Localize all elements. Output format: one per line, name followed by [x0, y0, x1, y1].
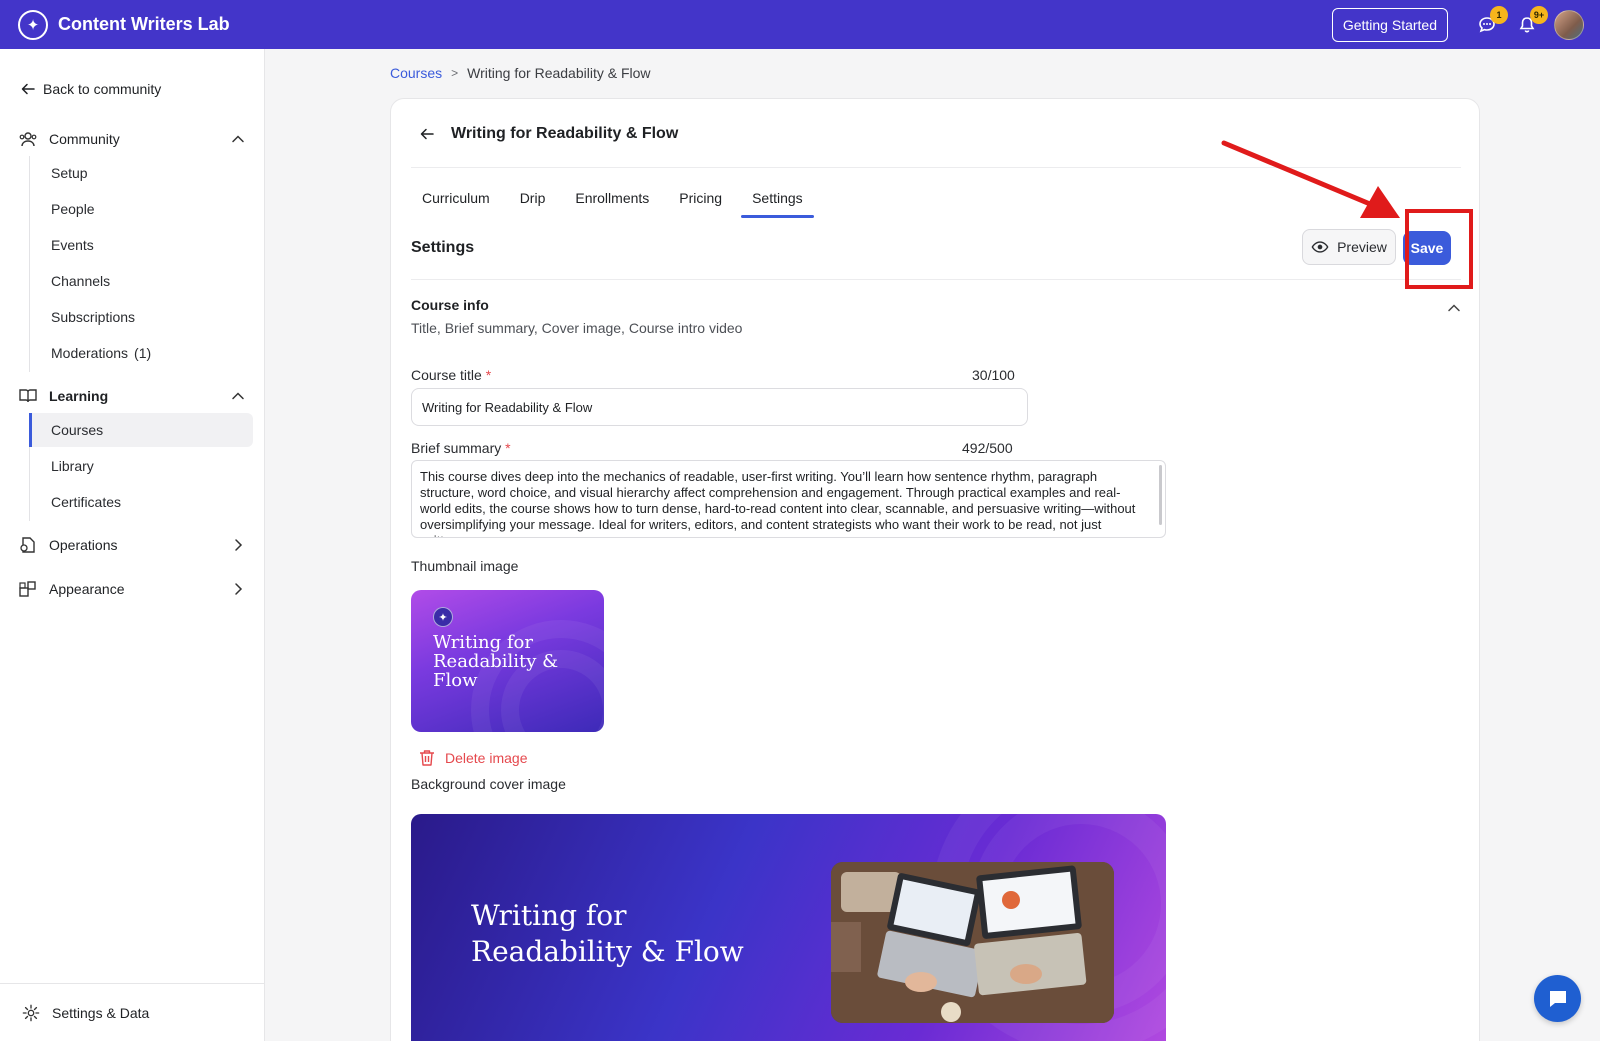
cover-text-line-1: Writing for [471, 899, 627, 932]
arrow-left-icon [21, 83, 35, 95]
sidebar-item-library[interactable]: Library [29, 449, 253, 483]
tab-pricing[interactable]: Pricing [668, 176, 733, 218]
thumbnail-label: Thumbnail image [411, 558, 519, 574]
avatar[interactable] [1554, 9, 1584, 40]
textarea-scrollbar[interactable] [1159, 465, 1162, 525]
annotation-arrow [1221, 140, 1400, 218]
chat-support-button[interactable] [1534, 975, 1581, 1022]
sidebar-section-community[interactable]: Community [18, 129, 250, 149]
tab-settings[interactable]: Settings [741, 176, 814, 218]
back-to-community-label: Back to community [43, 81, 162, 97]
chevron-up-icon[interactable] [1447, 301, 1461, 320]
preview-label: Preview [1337, 239, 1387, 255]
cover-photo-laptops [831, 862, 1114, 1023]
preview-button[interactable]: Preview [1302, 229, 1396, 265]
operations-label: Operations [49, 537, 118, 553]
messages-badge: 1 [1490, 5, 1508, 24]
chat-icon [1549, 990, 1566, 1007]
sidebar: Back to community Community Setup People… [0, 49, 265, 1041]
moderations-label: Moderations [51, 345, 129, 361]
course-title-label-text: Course title [411, 367, 482, 383]
community-label: Community [49, 131, 120, 147]
appearance-icon [18, 579, 38, 599]
sparkle-icon: ✦ [433, 607, 453, 627]
sidebar-item-certificates[interactable]: Certificates [29, 485, 253, 519]
sidebar-item-channels[interactable]: Channels [29, 264, 253, 298]
breadcrumb-courses-link[interactable]: Courses [390, 65, 442, 81]
messages-button[interactable]: 1 [1470, 5, 1508, 42]
delete-image-button[interactable]: Delete image [419, 749, 528, 767]
eye-icon [1311, 241, 1329, 253]
arrow-left-icon [420, 128, 434, 140]
book-icon [18, 386, 38, 406]
breadcrumb: Courses > Writing for Readability & Flow [390, 65, 651, 81]
brief-summary-label: Brief summary * [411, 440, 511, 456]
back-to-community-link[interactable]: Back to community [20, 81, 161, 97]
learning-label: Learning [49, 388, 109, 404]
notifications-button[interactable]: 9+ [1510, 5, 1548, 42]
course-info-subtitle: Title, Brief summary, Cover image, Cours… [411, 320, 743, 336]
background-cover-image[interactable]: Writing for Readability & Flow [411, 814, 1166, 1041]
chevron-up-icon[interactable] [230, 386, 246, 406]
brief-summary-textarea[interactable]: This course dives deep into the mechanic… [411, 460, 1166, 538]
top-bar-actions: Getting Started 1 9+ [1331, 0, 1584, 49]
cover-text-line-2: Readability & Flow [471, 935, 744, 968]
gear-icon [22, 1004, 40, 1021]
annotation-highlight-box [1405, 209, 1473, 289]
brief-summary-text: This course dives deep into the mechanic… [420, 469, 1136, 537]
getting-started-button[interactable]: Getting Started [1331, 7, 1448, 42]
required-marker: * [505, 440, 511, 456]
breadcrumb-current: Writing for Readability & Flow [467, 65, 651, 81]
brief-summary-label-text: Brief summary [411, 440, 502, 456]
brand-logo-icon: ✦ [18, 9, 48, 40]
course-title-label: Course title * [411, 367, 491, 383]
cover-text: Writing for Readability & Flow [471, 898, 744, 970]
course-editor-card: Writing for Readability & Flow Curriculu… [390, 98, 1480, 1041]
tab-enrollments[interactable]: Enrollments [564, 176, 660, 218]
background-cover-label: Background cover image [411, 776, 566, 792]
sidebar-section-operations[interactable]: Operations [18, 535, 250, 555]
trash-icon [420, 750, 434, 766]
chevron-right-icon[interactable] [230, 579, 246, 599]
top-bar: ✦ Content Writers Lab Getting Started 1 … [0, 0, 1600, 49]
course-title-count: 30/100 [972, 367, 1015, 383]
course-tabs: Curriculum Drip Enrollments Pricing Sett… [411, 176, 822, 218]
moderations-count: (1) [134, 345, 152, 361]
required-marker: * [485, 367, 492, 383]
course-title-heading: Writing for Readability & Flow [451, 125, 679, 142]
sidebar-item-setup[interactable]: Setup [29, 156, 253, 190]
settings-and-data-label: Settings & Data [52, 1004, 150, 1021]
course-info-section-header[interactable]: Course info Title, Brief summary, Cover … [411, 297, 1461, 336]
tab-curriculum[interactable]: Curriculum [411, 176, 501, 218]
sidebar-item-moderations[interactable]: Moderations (1) [29, 336, 253, 370]
sidebar-item-events[interactable]: Events [29, 228, 253, 262]
thumbnail-text: Writing for Readability & Flow [433, 632, 559, 691]
brand[interactable]: ✦ Content Writers Lab [18, 9, 230, 40]
chevron-up-icon[interactable] [230, 129, 246, 149]
delete-image-label: Delete image [445, 750, 528, 766]
sidebar-item-courses[interactable]: Courses [29, 413, 253, 447]
sidebar-section-appearance[interactable]: Appearance [18, 579, 250, 599]
course-title-input[interactable]: Writing for Readability & Flow [411, 388, 1028, 426]
sidebar-section-learning[interactable]: Learning [18, 386, 250, 406]
settings-and-data-link[interactable]: Settings & Data [0, 983, 264, 1041]
brief-summary-count: 492/500 [962, 440, 1013, 456]
community-icon [18, 129, 38, 149]
back-button[interactable] [419, 122, 435, 146]
appearance-label: Appearance [49, 581, 125, 597]
chevron-right-icon: > [451, 66, 459, 80]
notifications-badge: 9+ [1530, 5, 1548, 24]
settings-toolbar: Settings Preview Save [411, 229, 1461, 280]
course-info-title: Course info [411, 297, 489, 313]
brand-name: Content Writers Lab [58, 14, 230, 34]
tab-drip[interactable]: Drip [509, 176, 557, 218]
chevron-right-icon[interactable] [230, 535, 246, 555]
operations-icon [18, 535, 38, 555]
thumbnail-image[interactable]: ✦ Writing for Readability & Flow [411, 590, 604, 732]
sidebar-item-subscriptions[interactable]: Subscriptions [29, 300, 253, 334]
sidebar-item-people[interactable]: People [29, 192, 253, 226]
settings-heading: Settings [411, 239, 475, 256]
